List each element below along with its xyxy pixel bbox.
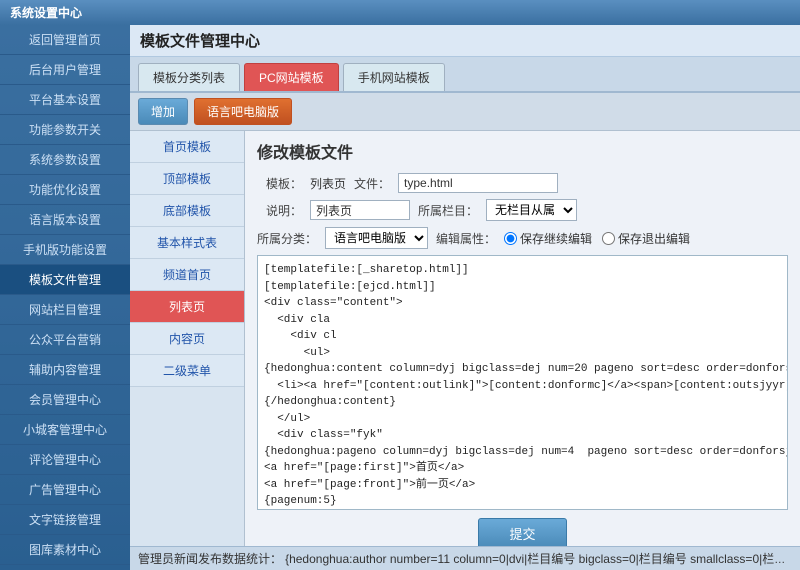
edit-attr-label: 编辑属性： [436, 230, 496, 247]
sub-toolbar: 增加 语言吧电脑版 [130, 93, 800, 131]
bottom-bar: 管理员新闻发布数据统计： {hedonghua:author number=11… [130, 546, 800, 570]
edit-attr-radios: 保存继续编辑 保存退出编辑 [504, 230, 690, 247]
template-nav-list[interactable]: 列表页 [130, 291, 244, 323]
sidebar-item-features[interactable]: 功能参数开关 [0, 115, 130, 145]
template-nav: 首页模板 顶部模板 底部模板 基本样式表 频道首页 列表页 内容页 二级菜单 [130, 131, 245, 546]
edit-panel: 修改模板文件 模板： 列表页 文件： 说明： 所属栏目： 无栏目从属 [245, 131, 800, 546]
template-nav-content[interactable]: 内容页 [130, 323, 244, 355]
cat-class-select[interactable]: 语言吧电脑版 [325, 227, 428, 249]
sidebar-item-platform[interactable]: 平台基本设置 [0, 85, 130, 115]
edit-panel-title: 修改模板文件 [257, 139, 788, 163]
radio-continue[interactable]: 保存继续编辑 [504, 230, 592, 247]
bottom-stats-label: 管理员新闻发布数据统计： [138, 552, 282, 566]
sidebar-item-auxiliary[interactable]: 辅助内容管理 [0, 355, 130, 385]
template-nav-header[interactable]: 顶部模板 [130, 163, 244, 195]
sidebar-item-sysparams[interactable]: 系统参数设置 [0, 145, 130, 175]
template-nav-footer[interactable]: 底部模板 [130, 195, 244, 227]
tab-mobile-template[interactable]: 手机网站模板 [343, 63, 445, 91]
tab-template-list[interactable]: 模板分类列表 [138, 63, 240, 91]
template-nav-homepage[interactable]: 首页模板 [130, 131, 244, 163]
sidebar-item-mobile[interactable]: 手机版功能设置 [0, 235, 130, 265]
form-row-description: 说明： 所属栏目： 无栏目从属 [257, 199, 788, 221]
code-editor[interactable]: [templatefile:[_sharetop.html]] [templat… [257, 255, 788, 510]
radio-exit-label: 保存退出编辑 [618, 230, 690, 247]
file-input[interactable] [398, 173, 558, 193]
template-nav-css[interactable]: 基本样式表 [130, 227, 244, 259]
sidebar-item-langver[interactable]: 语言版本设置 [0, 205, 130, 235]
page-title: 模板文件管理中心 [130, 25, 800, 57]
top-bar: 系统设置中心 [0, 0, 800, 25]
sidebar-item-seo[interactable]: SEO管理中心 [0, 565, 130, 570]
template-label: 模板： [257, 175, 302, 192]
sidebar-item-members[interactable]: 会员管理中心 [0, 385, 130, 415]
add-button[interactable]: 增加 [138, 98, 188, 125]
bottom-stats-value: {hedonghua:author number=11 column=0|dvi… [285, 552, 800, 566]
cat-col-label: 所属栏目： [418, 202, 478, 219]
file-label: 文件： [354, 175, 390, 192]
content-area: 模板文件管理中心 模板分类列表 PC网站模板 手机网站模板 增加 语言吧电脑版 … [130, 25, 800, 570]
sidebar-item-gallery[interactable]: 图库素材中心 [0, 535, 130, 565]
form-row-category: 所属分类： 语言吧电脑版 编辑属性： 保存继续编辑 保存退出编辑 [257, 227, 788, 249]
sidebar-item-wechat[interactable]: 公众平台营销 [0, 325, 130, 355]
tab-pc-template[interactable]: PC网站模板 [244, 63, 339, 91]
radio-exit[interactable]: 保存退出编辑 [602, 230, 690, 247]
sidebar-item-smallcity[interactable]: 小城客管理中心 [0, 415, 130, 445]
top-bar-title: 系统设置中心 [10, 6, 82, 20]
sidebar-item-textlinks[interactable]: 文字链接管理 [0, 505, 130, 535]
submit-button[interactable]: 提交 [478, 518, 566, 546]
lang-bar-btn[interactable]: 语言吧电脑版 [194, 98, 292, 125]
sidebar-item-funcopt[interactable]: 功能优化设置 [0, 175, 130, 205]
panel-layout: 首页模板 顶部模板 底部模板 基本样式表 频道首页 列表页 内容页 二级菜单 修… [130, 131, 800, 546]
top-nav: 模板分类列表 PC网站模板 手机网站模板 [130, 57, 800, 93]
template-nav-channel[interactable]: 频道首页 [130, 259, 244, 291]
sidebar-item-return[interactable]: 返回管理首页 [0, 25, 130, 55]
sidebar-item-users[interactable]: 后台用户管理 [0, 55, 130, 85]
desc-input[interactable] [310, 200, 410, 220]
sidebar-item-reviews[interactable]: 评论管理中心 [0, 445, 130, 475]
template-value: 列表页 [310, 175, 346, 192]
sidebar-item-ads[interactable]: 广告管理中心 [0, 475, 130, 505]
cat-class-label: 所属分类： [257, 230, 317, 247]
desc-label: 说明： [257, 202, 302, 219]
form-row-template: 模板： 列表页 文件： [257, 173, 788, 193]
sidebar: 返回管理首页 后台用户管理 平台基本设置 功能参数开关 系统参数设置 功能优化设… [0, 25, 130, 570]
radio-continue-label: 保存继续编辑 [520, 230, 592, 247]
sidebar-item-columns[interactable]: 网站栏目管理 [0, 295, 130, 325]
cat-col-select[interactable]: 无栏目从属 [486, 199, 577, 221]
sidebar-item-templates[interactable]: 模板文件管理 [0, 265, 130, 295]
template-nav-submenu[interactable]: 二级菜单 [130, 355, 244, 387]
